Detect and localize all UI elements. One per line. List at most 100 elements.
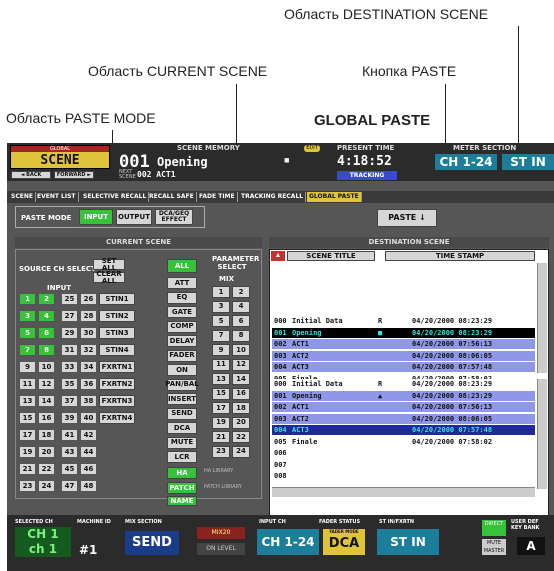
channel-button-12[interactable]: 12 <box>38 378 55 390</box>
param-button-panbal[interactable]: PAN/BAL <box>165 378 199 391</box>
channel-button-2[interactable]: 2 <box>38 293 55 305</box>
stin-button[interactable]: ST IN <box>377 529 439 555</box>
channel-button-40[interactable]: 40 <box>80 412 97 424</box>
scene-row[interactable]: 007 <box>272 459 535 470</box>
channel-button-11[interactable]: 11 <box>19 378 36 390</box>
channel-button-10[interactable]: 10 <box>38 361 55 373</box>
scene-row[interactable]: 000 Initial Data R 04/20/2000 08:23:29 <box>272 316 535 326</box>
mix-button-15[interactable]: 15 <box>212 387 230 400</box>
stin-button-6[interactable]: FXRTN3 <box>99 395 135 407</box>
channel-button-3[interactable]: 3 <box>19 310 36 322</box>
meter-stin-button[interactable]: ST IN <box>502 154 554 170</box>
back-button[interactable]: ◄ BACK <box>11 171 51 179</box>
stin-button-1[interactable]: STIN2 <box>99 310 135 322</box>
horizontal-scrollbar[interactable] <box>272 487 535 497</box>
scene-row[interactable]: 000 Initial Data R 04/20/2000 08:23:29 <box>272 379 535 389</box>
meter-ch-button[interactable]: CH 1-24 <box>435 154 497 170</box>
channel-button-35[interactable]: 35 <box>61 378 78 390</box>
scene-row[interactable]: 001 Opening ▲ 04/20/2000 08:23:29 <box>272 390 535 401</box>
mix-button-6[interactable]: 6 <box>232 315 250 327</box>
param-button-eq[interactable]: EQ <box>167 291 197 304</box>
scene-row[interactable]: 001 Opening ■ 04/20/2000 08:23:29 <box>272 327 535 338</box>
channel-button-46[interactable]: 46 <box>80 463 97 475</box>
scene-row[interactable]: 002 ACT1 04/20/2000 07:56:13 <box>272 402 535 412</box>
fader-mode-dca[interactable]: FADER MODE DCA <box>323 529 365 555</box>
scene-row[interactable]: 003 ACT2 04/20/2000 08:06:05 <box>272 350 535 361</box>
channel-button-17[interactable]: 17 <box>19 429 36 441</box>
channel-button-44[interactable]: 44 <box>80 446 97 458</box>
channel-button-21[interactable]: 21 <box>19 463 36 475</box>
param-button-mute[interactable]: MUTE <box>167 436 197 449</box>
channel-button-33[interactable]: 33 <box>61 361 78 373</box>
param-button-gate[interactable]: GATE <box>167 306 197 318</box>
scene-row[interactable]: 004 ACT3 04/20/2000 07:57:48 <box>272 362 535 372</box>
channel-button-47[interactable]: 47 <box>61 480 78 492</box>
channel-button-23[interactable]: 23 <box>19 480 36 492</box>
set-all-button[interactable]: SET ALL <box>93 257 125 271</box>
scene-row[interactable]: 006 <box>272 448 535 458</box>
channel-button-24[interactable]: 24 <box>38 480 55 492</box>
channel-button-9[interactable]: 9 <box>19 361 36 373</box>
channel-button-36[interactable]: 36 <box>80 378 97 390</box>
input-ch-button[interactable]: CH 1-24 <box>257 529 319 555</box>
ha-button[interactable]: HA <box>167 467 197 479</box>
scene-function-box[interactable]: GLOBAL SCENE <box>10 145 110 169</box>
channel-button-18[interactable]: 18 <box>38 429 55 441</box>
sort-icon[interactable]: ▲ <box>271 251 285 261</box>
channel-button-41[interactable]: 41 <box>61 429 78 441</box>
channel-button-20[interactable]: 20 <box>38 446 55 458</box>
mix-button-4[interactable]: 4 <box>232 300 250 313</box>
mix-button-22[interactable]: 22 <box>232 431 250 443</box>
channel-button-16[interactable]: 16 <box>38 412 55 424</box>
scene-row[interactable]: 008 <box>272 471 535 481</box>
mix-button-19[interactable]: 19 <box>212 416 230 429</box>
channel-button-22[interactable]: 22 <box>38 463 55 475</box>
stin-button-0[interactable]: STIN1 <box>99 293 135 305</box>
param-button-comp[interactable]: COMP <box>167 320 197 333</box>
mute-master-button[interactable]: MUTE MASTER <box>482 539 506 555</box>
param-button-delay[interactable]: DELAY <box>167 335 197 347</box>
channel-button-32[interactable]: 32 <box>80 344 97 356</box>
mix-button-8[interactable]: 8 <box>232 329 250 342</box>
channel-button-30[interactable]: 30 <box>80 327 97 339</box>
paste-mode-output-button[interactable]: OUTPUT <box>116 209 152 225</box>
all-params-button[interactable]: ALL <box>167 259 197 273</box>
channel-button-26[interactable]: 26 <box>80 293 97 305</box>
mix-button-13[interactable]: 13 <box>212 373 230 385</box>
direct-indicator[interactable]: DIRECT <box>482 520 506 536</box>
mix-button-21[interactable]: 21 <box>212 431 230 443</box>
tab-tracking-recall[interactable]: TRACKING RECALL <box>239 192 307 202</box>
channel-button-38[interactable]: 38 <box>80 395 97 407</box>
param-button-fader[interactable]: FADER <box>167 349 197 362</box>
channel-button-27[interactable]: 27 <box>61 310 78 322</box>
param-button-lcr[interactable]: LCR <box>167 451 197 463</box>
scene-row[interactable]: 004 ACT3 04/20/2000 07:57:48 <box>272 425 535 435</box>
channel-button-37[interactable]: 37 <box>61 395 78 407</box>
clear-all-button[interactable]: CLEAR ALL <box>93 270 125 284</box>
mix-button-11[interactable]: 11 <box>212 358 230 371</box>
paste-mode-input-button[interactable]: INPUT <box>79 209 113 225</box>
time-stamp-column[interactable]: TIME STAMP <box>385 251 535 261</box>
channel-button-4[interactable]: 4 <box>38 310 55 322</box>
paste-mode-dca-button[interactable]: DCA/GEQ EFFECT <box>155 209 193 225</box>
channel-button-15[interactable]: 15 <box>19 412 36 424</box>
tab-event-list[interactable]: EVENT LIST <box>35 192 79 202</box>
mix-button-2[interactable]: 2 <box>232 286 250 298</box>
selected-ch-display[interactable]: CH 1 ch 1 <box>15 527 71 557</box>
mix-button-14[interactable]: 14 <box>232 373 250 385</box>
param-button-insert[interactable]: INSERT <box>167 393 197 405</box>
channel-button-6[interactable]: 6 <box>38 327 55 339</box>
stin-button-7[interactable]: FXRTN4 <box>99 412 135 424</box>
param-button-att[interactable]: ATT <box>167 277 197 289</box>
tab-selective-recall[interactable]: SELECTIVE RECALL <box>81 192 150 202</box>
channel-button-1[interactable]: 1 <box>19 293 36 305</box>
send-button[interactable]: SEND <box>125 531 179 555</box>
channel-button-7[interactable]: 7 <box>19 344 36 356</box>
mix-button-3[interactable]: 3 <box>212 300 230 313</box>
param-button-dca[interactable]: DCA <box>167 422 197 434</box>
key-bank-display[interactable]: A <box>517 537 545 555</box>
channel-button-28[interactable]: 28 <box>80 310 97 322</box>
mix-button-17[interactable]: 17 <box>212 402 230 414</box>
scene-title-column[interactable]: SCENE TITLE <box>287 251 375 261</box>
paste-button[interactable]: PASTE ↓ <box>377 209 437 227</box>
